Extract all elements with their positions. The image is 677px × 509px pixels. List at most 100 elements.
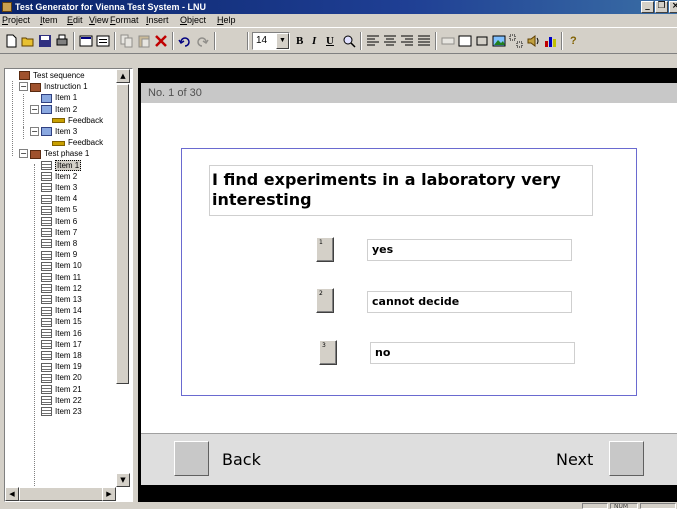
menu-insert[interactable]: Insert: [146, 14, 169, 27]
window-icon[interactable]: [96, 34, 110, 48]
tree-node[interactable]: Feedback: [52, 115, 103, 126]
tree-node[interactable]: Test sequence: [19, 70, 85, 81]
tree-node[interactable]: Item 14: [41, 305, 82, 316]
answer-label-3[interactable]: no: [370, 342, 575, 364]
menu-format[interactable]: Format: [110, 14, 139, 27]
tree-node[interactable]: Item 12: [41, 283, 82, 294]
undo-icon[interactable]: [178, 34, 192, 48]
menu-help[interactable]: Help: [217, 14, 236, 27]
justify-icon[interactable]: [417, 34, 431, 48]
align-center-icon[interactable]: [383, 34, 397, 48]
question-text[interactable]: I find experiments in a laboratory very …: [209, 165, 593, 216]
menu-project[interactable]: Project: [2, 14, 30, 27]
tree-node[interactable]: Item 2: [41, 171, 77, 182]
instruction-item-icon: [41, 104, 52, 114]
insert-image-icon[interactable]: [492, 34, 506, 48]
tree-node[interactable]: Item 17: [41, 339, 82, 350]
chevron-down-icon[interactable]: ▼: [276, 33, 289, 49]
color-picker-icon[interactable]: [342, 34, 356, 48]
bold-button[interactable]: B: [296, 34, 303, 48]
tree-node[interactable]: Item 21: [41, 384, 82, 395]
answer-button-3[interactable]: 3: [319, 340, 337, 365]
tree-node[interactable]: Item 10: [41, 260, 82, 271]
font-size-select[interactable]: 14 ▼: [252, 32, 290, 50]
tree-collapse-toggle[interactable]: −: [19, 149, 28, 159]
tree-collapse-toggle[interactable]: −: [30, 104, 39, 114]
answer-label-2[interactable]: cannot decide: [367, 291, 572, 313]
tree-node[interactable]: Item 11: [41, 272, 81, 283]
tree-collapse-toggle[interactable]: −: [19, 82, 28, 92]
close-button[interactable]: ×: [669, 1, 677, 13]
redo-icon[interactable]: [195, 34, 209, 48]
back-button[interactable]: [174, 441, 209, 476]
item-page-icon: [41, 317, 52, 327]
menu-item[interactable]: Item: [40, 14, 58, 27]
maximize-button[interactable]: ❐: [655, 1, 668, 13]
tree-node[interactable]: Item 20: [41, 372, 82, 383]
tree-scroll-thumb[interactable]: [116, 84, 129, 384]
minimize-button[interactable]: _: [641, 1, 654, 13]
tree-node[interactable]: Item 8: [41, 238, 77, 249]
tree-node[interactable]: Item 23: [41, 406, 82, 417]
toolbar-separator: [360, 32, 362, 50]
answer-label-1[interactable]: yes: [367, 239, 572, 261]
tree-node[interactable]: Item 4: [41, 193, 77, 204]
folder-book-icon: [30, 149, 41, 159]
menu-object[interactable]: Object: [180, 14, 206, 27]
print-icon[interactable]: [55, 34, 69, 48]
feedback-icon: [52, 140, 65, 146]
tree-node[interactable]: Instruction 1: [30, 81, 88, 92]
instruction-item-icon: [41, 127, 52, 137]
tree-node[interactable]: Test phase 1: [30, 148, 89, 159]
next-button[interactable]: [609, 441, 644, 476]
item-page-icon: [41, 328, 52, 338]
tree-node[interactable]: Item 5: [41, 204, 77, 215]
tree-scroll-left-button[interactable]: ◀: [5, 487, 19, 501]
tree-node[interactable]: Item 18: [41, 350, 82, 361]
tree-node[interactable]: Item 7: [41, 227, 77, 238]
save-icon[interactable]: [38, 34, 52, 48]
tree-node[interactable]: Item 16: [41, 328, 82, 339]
delete-icon[interactable]: [154, 34, 168, 48]
sound-icon[interactable]: [526, 34, 540, 48]
insert-sequence-icon[interactable]: [509, 34, 523, 48]
tree-node[interactable]: Item 22: [41, 395, 82, 406]
open-folder-icon[interactable]: [21, 34, 35, 48]
tree-node[interactable]: Item 3: [41, 182, 77, 193]
tree-node[interactable]: Item 1: [41, 92, 77, 103]
properties-icon[interactable]: [79, 34, 93, 48]
tree-node[interactable]: Item 13: [41, 294, 82, 305]
tree-node[interactable]: Item 3: [41, 126, 77, 137]
tree-node[interactable]: Item 19: [41, 361, 82, 372]
answer-button-1[interactable]: 1: [316, 237, 334, 262]
status-bar: NUM: [0, 502, 677, 509]
tree-node[interactable]: Item 2: [41, 104, 77, 115]
chart-icon[interactable]: [543, 34, 557, 48]
tree-node-label: Feedback: [68, 138, 104, 148]
item-page-icon: [41, 261, 52, 271]
insert-frame-icon[interactable]: [458, 34, 472, 48]
tree-node[interactable]: Item 9: [41, 249, 77, 260]
new-file-icon[interactable]: [4, 34, 18, 48]
tree-node[interactable]: Item 15: [41, 316, 82, 327]
answer-button-2[interactable]: 2: [316, 288, 334, 313]
tree-node[interactable]: Item 1: [41, 159, 82, 171]
tree-scroll-up-button[interactable]: ▲: [116, 69, 130, 83]
tree-scroll-down-button[interactable]: ▼: [116, 473, 130, 487]
tree-node[interactable]: Item 6: [41, 216, 77, 227]
tree-guide-line: [23, 127, 24, 139]
tree-collapse-toggle[interactable]: −: [30, 127, 39, 136]
menu-view[interactable]: View: [89, 14, 108, 27]
italic-button[interactable]: I: [312, 34, 316, 48]
insert-textbox-icon[interactable]: [441, 34, 455, 48]
tree-scroll-right-button[interactable]: ▶: [102, 487, 116, 501]
copy-icon[interactable]: [120, 34, 134, 48]
align-left-icon[interactable]: [366, 34, 380, 48]
menu-edit[interactable]: Edit: [67, 14, 83, 27]
align-right-icon[interactable]: [400, 34, 414, 48]
tree-node[interactable]: Feedback: [52, 137, 103, 148]
help-icon[interactable]: ?: [570, 34, 577, 48]
insert-button-icon[interactable]: [475, 34, 489, 48]
paste-icon[interactable]: [137, 34, 151, 48]
underline-button[interactable]: U: [326, 34, 334, 48]
